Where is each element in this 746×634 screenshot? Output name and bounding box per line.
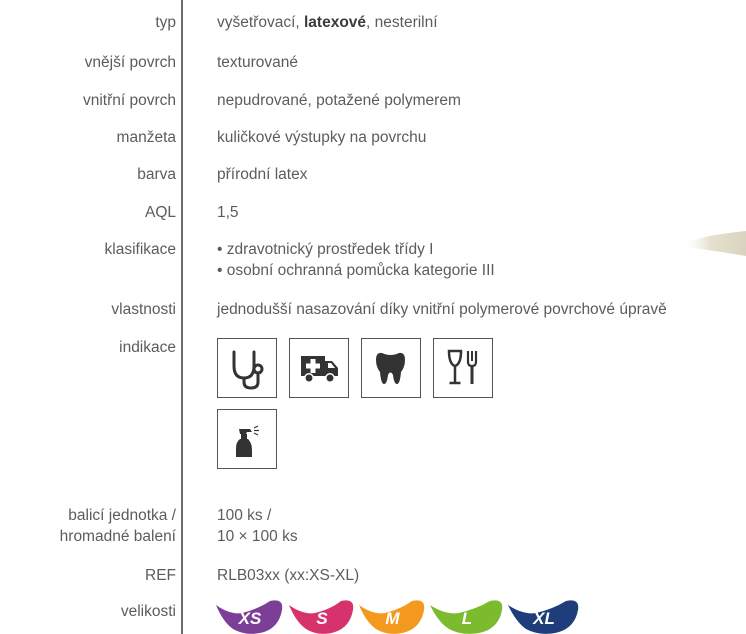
label-typ: typ — [155, 14, 176, 31]
column-divider — [181, 0, 183, 634]
label-ref: REF — [145, 567, 176, 584]
glove-image — [686, 231, 746, 256]
tooth-icon — [361, 338, 421, 398]
value-packaging: 100 ks / 10 × 100 ks — [217, 505, 298, 547]
label-classification: klasifikace — [104, 241, 177, 258]
value-typ-post: , nesterilní — [366, 14, 438, 31]
size-badge-m: M — [359, 600, 426, 634]
size-label-xs: XS — [238, 609, 262, 628]
classification-line-1: • zdravotnický prostředek třídy I — [217, 241, 434, 258]
value-inner-surface: nepudrované, potažené polymerem — [217, 92, 461, 109]
value-outer-surface: texturované — [217, 54, 298, 71]
label-cuff: manžeta — [116, 129, 176, 146]
value-ref: RLB03xx (xx:XS-XL) — [217, 567, 360, 584]
value-cuff: kuličkové výstupky na povrchu — [217, 129, 427, 146]
spray-bottle-icon — [217, 409, 277, 469]
label-outer-surface: vnější povrch — [84, 54, 176, 71]
size-badge-s: S — [289, 600, 355, 634]
size-badge-xl: XL — [508, 600, 580, 634]
size-label-l: L — [461, 609, 473, 628]
value-properties: jednodušší nasazování díky vnitřní polym… — [217, 301, 667, 318]
value-color: přírodní latex — [217, 166, 308, 183]
value-typ-bold: latexové — [304, 14, 367, 31]
label-packaging-line1: balicí jednotka / — [68, 507, 176, 524]
size-label-s: S — [316, 609, 328, 628]
size-badge-xs: XS — [216, 600, 284, 634]
value-typ-pre: vyšetřovací, — [217, 14, 304, 31]
label-inner-surface: vnitřní povrch — [82, 92, 176, 109]
classification-line-2: • osobní ochranná pomůcka kategorie III — [217, 262, 495, 279]
value-typ: vyšetřovací, latexové, nesterilní — [217, 12, 438, 33]
stethoscope-icon — [217, 338, 277, 398]
label-properties: vlastnosti — [111, 301, 176, 318]
label-sizes: velikosti — [120, 603, 176, 620]
size-badge-l: L — [430, 600, 504, 634]
label-color: barva — [137, 166, 176, 183]
label-aql: AQL — [144, 204, 176, 221]
packaging-unit: 100 ks / — [217, 507, 272, 524]
label-packaging-line2: hromadné balení — [59, 528, 176, 545]
food-service-icon — [433, 338, 493, 398]
ambulance-icon — [289, 338, 349, 398]
size-label-xl: XL — [533, 609, 555, 628]
label-packaging: balicí jednotka / hromadné balení — [60, 505, 176, 547]
value-classification: • zdravotnický prostředek třídy I • osob… — [217, 239, 495, 281]
label-indications: indikace — [119, 339, 176, 356]
packaging-bulk: 10 × 100 ks — [217, 528, 298, 545]
value-aql: 1,5 — [217, 204, 239, 221]
size-label-m: M — [385, 609, 400, 628]
